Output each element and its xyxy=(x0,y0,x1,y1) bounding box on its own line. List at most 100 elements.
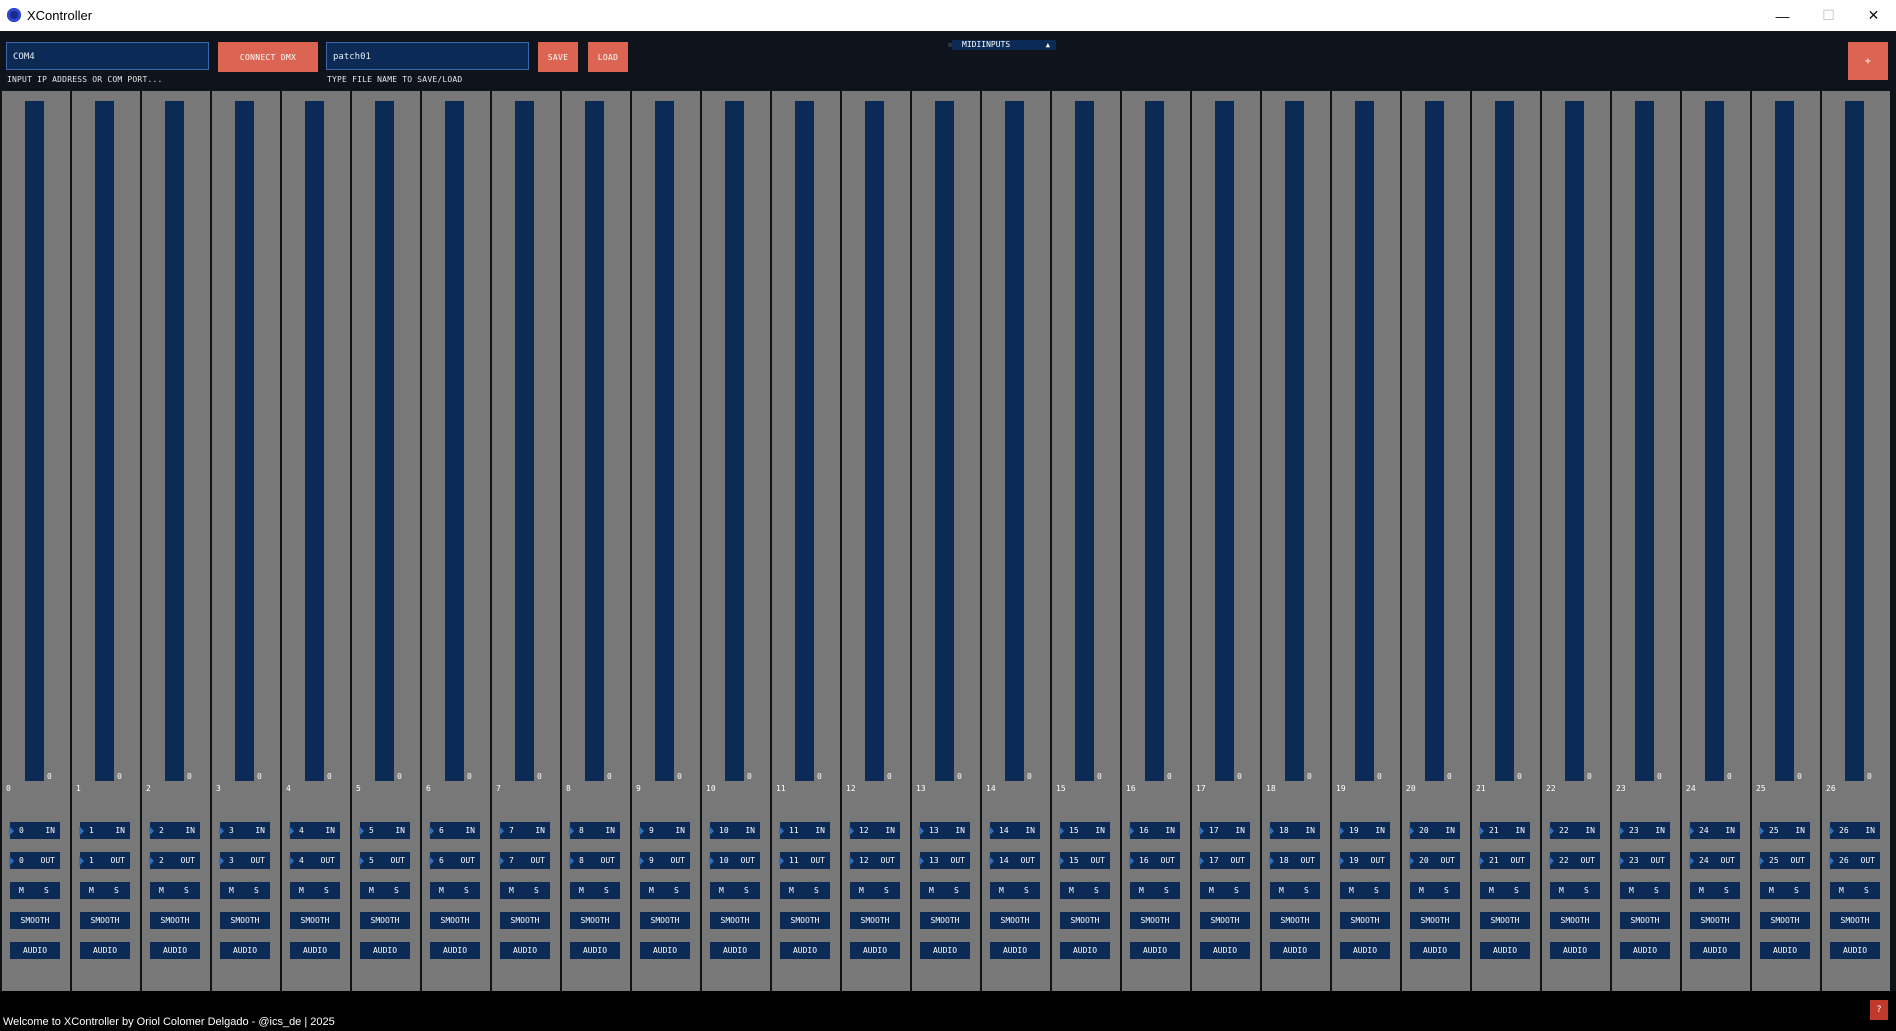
smooth-button[interactable]: SMOOTH xyxy=(1480,912,1530,929)
midi-in-selector[interactable]: 22 IN xyxy=(1549,822,1600,839)
audio-button[interactable]: AUDIO xyxy=(1620,942,1670,959)
solo-button[interactable]: S xyxy=(114,886,119,895)
audio-button[interactable]: AUDIO xyxy=(1060,942,1110,959)
midi-out-selector[interactable]: 23 OUT xyxy=(1619,852,1670,869)
mute-button[interactable]: M xyxy=(929,886,934,895)
solo-button[interactable]: S xyxy=(254,886,259,895)
midi-in-selector[interactable]: 12 IN xyxy=(849,822,900,839)
smooth-button[interactable]: SMOOTH xyxy=(1130,912,1180,929)
mute-button[interactable]: M xyxy=(999,886,1004,895)
audio-button[interactable]: AUDIO xyxy=(290,942,340,959)
solo-button[interactable]: S xyxy=(1374,886,1379,895)
solo-button[interactable]: S xyxy=(954,886,959,895)
midi-in-selector[interactable]: 5 IN xyxy=(359,822,410,839)
midi-in-selector[interactable]: 23 IN xyxy=(1619,822,1670,839)
channel-fader[interactable] xyxy=(795,101,814,781)
channel-fader[interactable] xyxy=(305,101,324,781)
ip-address-input[interactable]: COM4 xyxy=(6,42,209,70)
audio-button[interactable]: AUDIO xyxy=(710,942,760,959)
solo-button[interactable]: S xyxy=(1794,886,1799,895)
smooth-button[interactable]: SMOOTH xyxy=(150,912,200,929)
solo-button[interactable]: S xyxy=(674,886,679,895)
midi-in-selector[interactable]: 3 IN xyxy=(219,822,270,839)
mute-button[interactable]: M xyxy=(369,886,374,895)
mute-button[interactable]: M xyxy=(1209,886,1214,895)
smooth-button[interactable]: SMOOTH xyxy=(1830,912,1880,929)
midi-in-selector[interactable]: 0 IN xyxy=(9,822,60,839)
mute-button[interactable]: M xyxy=(439,886,444,895)
solo-button[interactable]: S xyxy=(1654,886,1659,895)
channel-fader[interactable] xyxy=(1075,101,1094,781)
mute-button[interactable]: M xyxy=(1279,886,1284,895)
audio-button[interactable]: AUDIO xyxy=(430,942,480,959)
file-name-input[interactable]: patch01 xyxy=(326,42,529,70)
audio-button[interactable]: AUDIO xyxy=(1830,942,1880,959)
solo-button[interactable]: S xyxy=(1514,886,1519,895)
midi-in-selector[interactable]: 25 IN xyxy=(1759,822,1810,839)
solo-button[interactable]: S xyxy=(1164,886,1169,895)
solo-button[interactable]: S xyxy=(1024,886,1029,895)
mute-button[interactable]: M xyxy=(859,886,864,895)
midi-out-selector[interactable]: 24 OUT xyxy=(1689,852,1740,869)
audio-button[interactable]: AUDIO xyxy=(640,942,690,959)
mute-button[interactable]: M xyxy=(509,886,514,895)
smooth-button[interactable]: SMOOTH xyxy=(360,912,410,929)
midi-in-selector[interactable]: 20 IN xyxy=(1409,822,1460,839)
channel-fader[interactable] xyxy=(1845,101,1864,781)
midi-in-selector[interactable]: 16 IN xyxy=(1129,822,1180,839)
smooth-button[interactable]: SMOOTH xyxy=(80,912,130,929)
channel-fader[interactable] xyxy=(1425,101,1444,781)
audio-button[interactable]: AUDIO xyxy=(780,942,830,959)
help-button[interactable]: ? xyxy=(1870,1000,1888,1020)
mute-button[interactable]: M xyxy=(159,886,164,895)
mute-button[interactable]: M xyxy=(1139,886,1144,895)
midi-out-selector[interactable]: 0 OUT xyxy=(9,852,60,869)
mute-button[interactable]: M xyxy=(1559,886,1564,895)
channel-fader[interactable] xyxy=(445,101,464,781)
audio-button[interactable]: AUDIO xyxy=(1480,942,1530,959)
midi-in-selector[interactable]: 24 IN xyxy=(1689,822,1740,839)
solo-button[interactable]: S xyxy=(1304,886,1309,895)
smooth-button[interactable]: SMOOTH xyxy=(850,912,900,929)
solo-button[interactable]: S xyxy=(884,886,889,895)
mute-button[interactable]: M xyxy=(229,886,234,895)
smooth-button[interactable]: SMOOTH xyxy=(1340,912,1390,929)
midi-out-selector[interactable]: 20 OUT xyxy=(1409,852,1460,869)
midi-in-selector[interactable]: 14 IN xyxy=(989,822,1040,839)
midi-out-selector[interactable]: 13 OUT xyxy=(919,852,970,869)
audio-button[interactable]: AUDIO xyxy=(1340,942,1390,959)
midi-out-selector[interactable]: 21 OUT xyxy=(1479,852,1530,869)
smooth-button[interactable]: SMOOTH xyxy=(500,912,550,929)
midi-in-selector[interactable]: 15 IN xyxy=(1059,822,1110,839)
midi-out-selector[interactable]: 8 OUT xyxy=(569,852,620,869)
audio-button[interactable]: AUDIO xyxy=(1550,942,1600,959)
midi-out-selector[interactable]: 22 OUT xyxy=(1549,852,1600,869)
midi-in-selector[interactable]: 2 IN xyxy=(149,822,200,839)
maximize-button[interactable]: ☐ xyxy=(1806,0,1851,31)
midi-out-selector[interactable]: 25 OUT xyxy=(1759,852,1810,869)
midi-out-selector[interactable]: 4 OUT xyxy=(289,852,340,869)
close-button[interactable]: ✕ xyxy=(1851,0,1896,31)
midi-out-selector[interactable]: 15 OUT xyxy=(1059,852,1110,869)
channel-fader[interactable] xyxy=(1705,101,1724,781)
midi-out-selector[interactable]: 19 OUT xyxy=(1339,852,1390,869)
smooth-button[interactable]: SMOOTH xyxy=(290,912,340,929)
channel-fader[interactable] xyxy=(1215,101,1234,781)
mute-button[interactable]: M xyxy=(1069,886,1074,895)
midi-out-selector[interactable]: 16 OUT xyxy=(1129,852,1180,869)
solo-button[interactable]: S xyxy=(44,886,49,895)
solo-button[interactable]: S xyxy=(464,886,469,895)
midi-in-selector[interactable]: 9 IN xyxy=(639,822,690,839)
audio-button[interactable]: AUDIO xyxy=(500,942,550,959)
midi-in-selector[interactable]: 17 IN xyxy=(1199,822,1250,839)
solo-button[interactable]: S xyxy=(744,886,749,895)
smooth-button[interactable]: SMOOTH xyxy=(570,912,620,929)
solo-button[interactable]: S xyxy=(1864,886,1869,895)
mute-button[interactable]: M xyxy=(299,886,304,895)
smooth-button[interactable]: SMOOTH xyxy=(1410,912,1460,929)
channel-fader[interactable] xyxy=(1775,101,1794,781)
midi-inputs-dropdown[interactable]: MIDIINPUTS ▲ xyxy=(952,40,1056,50)
midi-in-selector[interactable]: 13 IN xyxy=(919,822,970,839)
solo-button[interactable]: S xyxy=(184,886,189,895)
channel-fader[interactable] xyxy=(235,101,254,781)
